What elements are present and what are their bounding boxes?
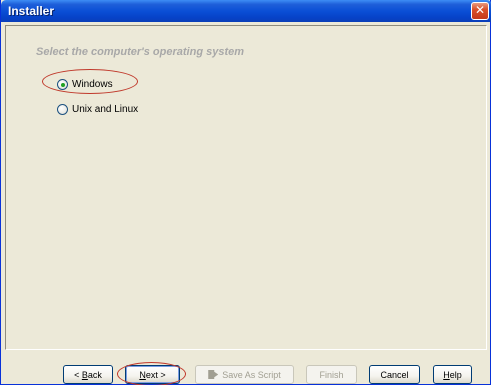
- finish-button[interactable]: Finish: [306, 365, 357, 384]
- page-heading: Select the computer's operating system: [36, 46, 245, 58]
- cancel-button-label: Cancel: [380, 369, 409, 380]
- button-bar: < Back Next > Save As Script Finish Canc…: [1, 352, 491, 385]
- save-as-script-button[interactable]: Save As Script: [195, 365, 294, 384]
- save-as-script-label: Save As Script: [222, 369, 281, 380]
- back-button[interactable]: < Back: [63, 365, 113, 384]
- radio-unix-linux-label: Unix and Linux: [72, 104, 139, 115]
- window-title: Installer: [8, 4, 55, 18]
- annotation-ellipse-next: [117, 362, 186, 385]
- radio-unix-linux[interactable]: [57, 104, 68, 115]
- script-arrow-icon: [208, 370, 219, 379]
- help-button-label: Help: [443, 369, 462, 380]
- cancel-button[interactable]: Cancel: [369, 365, 420, 384]
- annotation-ellipse-windows: [42, 69, 138, 94]
- finish-button-label: Finish: [319, 369, 344, 380]
- title-bar[interactable]: Installer ✕: [1, 0, 491, 22]
- help-button[interactable]: Help: [433, 365, 472, 384]
- back-button-label: < Back: [74, 369, 102, 380]
- close-icon[interactable]: ✕: [471, 2, 489, 20]
- installer-window: Installer ✕ Select the computer's operat…: [0, 0, 491, 385]
- radio-option-unix-linux[interactable]: Unix and Linux: [57, 104, 138, 115]
